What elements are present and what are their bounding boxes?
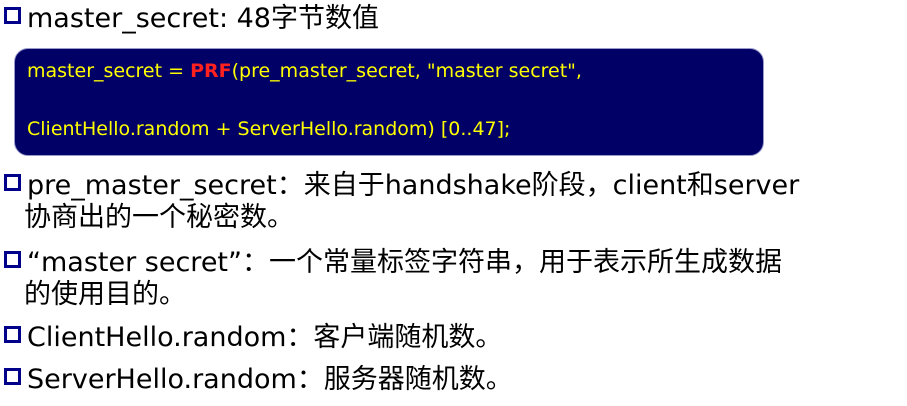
bullet-square-icon bbox=[4, 368, 21, 385]
bullet-server-random: ServerHello.random：服务器随机数。 bbox=[4, 363, 513, 397]
formula-prf: PRF bbox=[190, 60, 232, 82]
bullet-square-icon bbox=[4, 7, 21, 24]
bullet-master-secret-label: “master secret”：一个常量标签字符串，用于表示所生成数据 bbox=[4, 246, 782, 280]
bullet-pre-master-secret: pre_master_secret：来自于handshake阶段，client和… bbox=[4, 169, 799, 203]
formula-box: master_secret = PRF(pre_master_secret, "… bbox=[14, 48, 764, 156]
bullet-master-secret: master_secret: 48字节数值 bbox=[4, 2, 379, 36]
formula-line-2: ClientHello.random + ServerHello.random)… bbox=[27, 117, 510, 141]
bullet-client-random: ClientHello.random：客户端随机数。 bbox=[4, 321, 502, 355]
bullet-continuation: 的使用目的。 bbox=[24, 279, 186, 310]
bullet-square-icon bbox=[4, 326, 21, 343]
formula-prefix: master_secret = bbox=[27, 60, 191, 82]
bullet-text: ServerHello.random：服务器随机数。 bbox=[27, 364, 513, 395]
bullet-square-icon bbox=[4, 174, 21, 191]
bullet-text: “master secret”：一个常量标签字符串，用于表示所生成数据 bbox=[27, 247, 782, 278]
formula-line-1: master_secret = PRF(pre_master_secret, "… bbox=[27, 59, 582, 83]
bullet-text: pre_master_secret：来自于handshake阶段，client和… bbox=[27, 170, 800, 201]
bullet-continuation: 协商出的一个秘密数。 bbox=[24, 202, 294, 233]
bullet-square-icon bbox=[4, 251, 21, 268]
formula-line-2-text: ClientHello.random + ServerHello.random)… bbox=[27, 118, 511, 140]
bullet-text: ClientHello.random：客户端随机数。 bbox=[27, 322, 503, 353]
bullet-text: master_secret: 48字节数值 bbox=[27, 3, 379, 34]
formula-suffix: (pre_master_secret, "master secret", bbox=[231, 60, 582, 82]
